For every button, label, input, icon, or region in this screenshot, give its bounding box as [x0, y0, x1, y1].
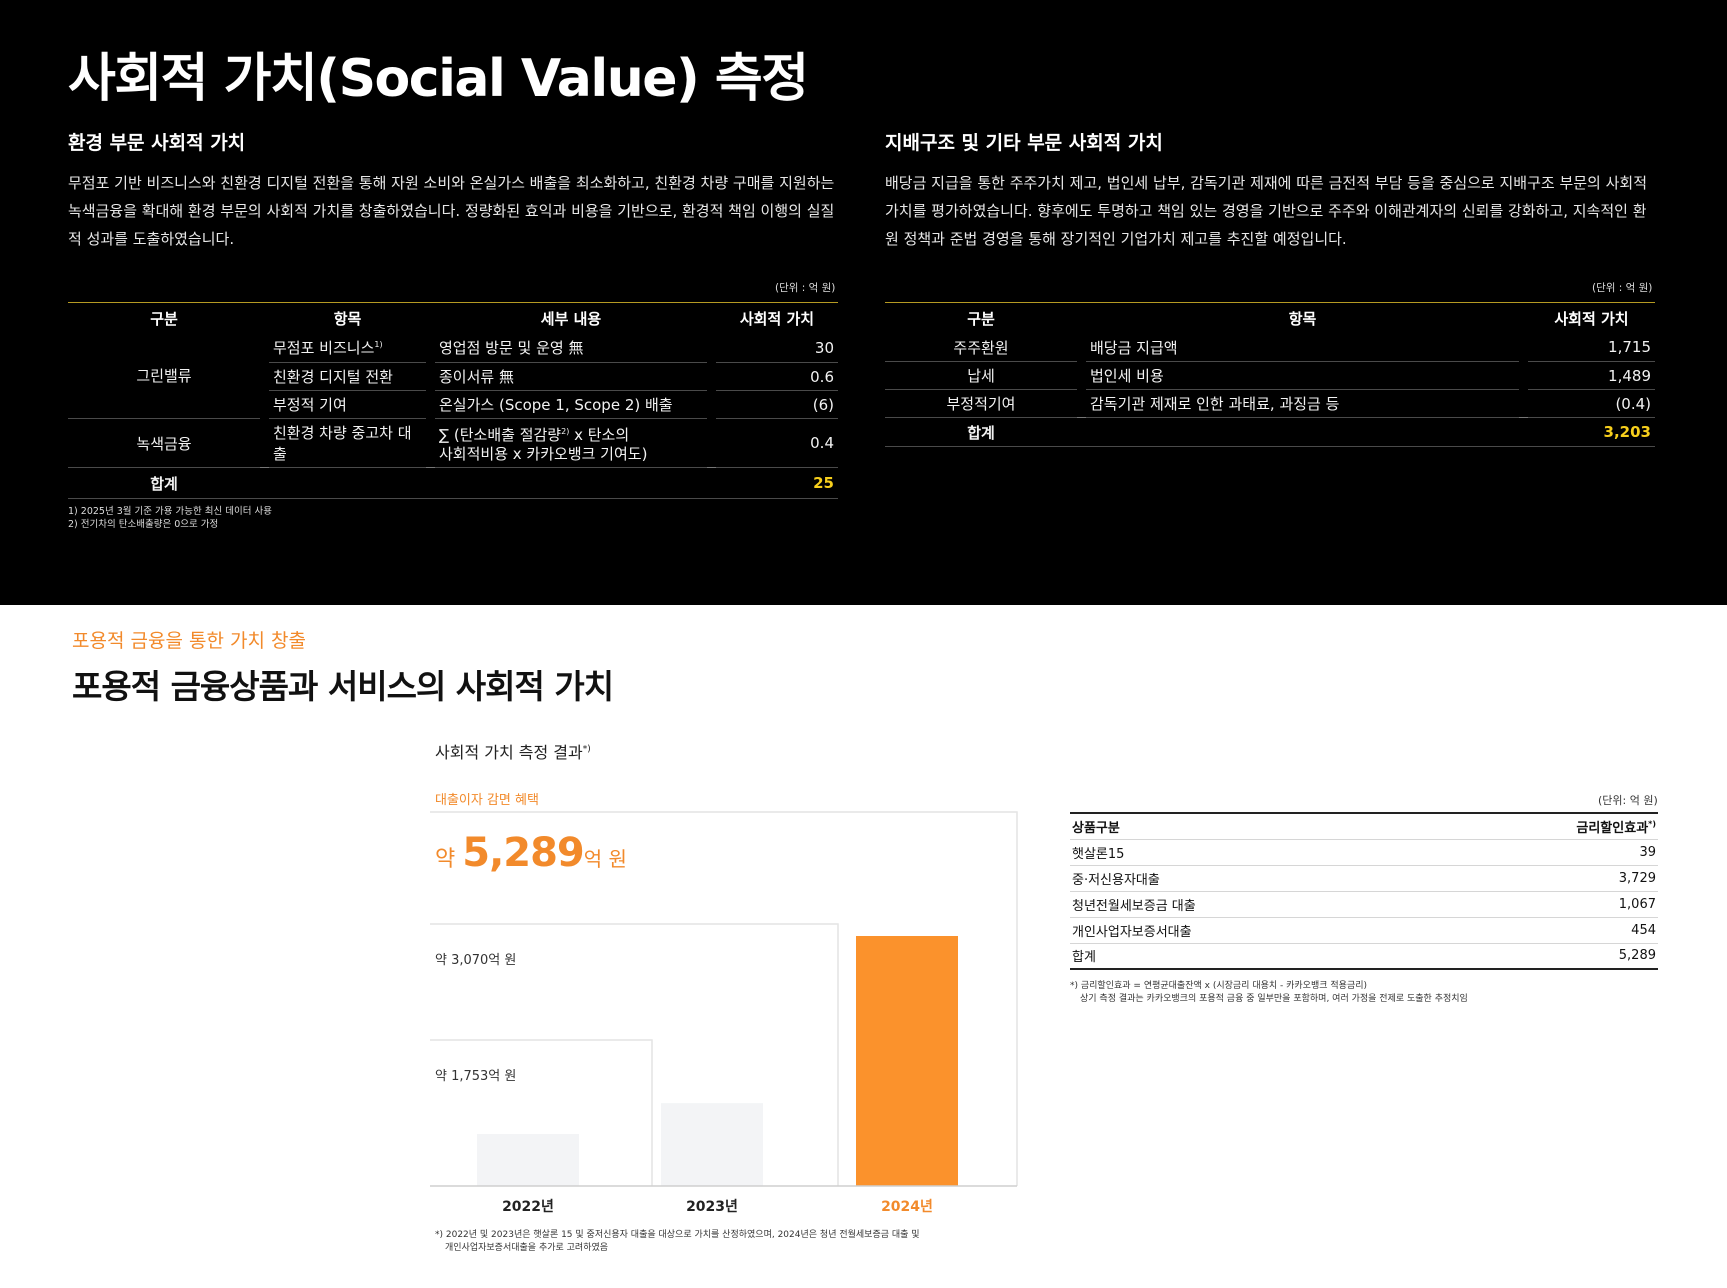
table-header-row: 상품구분 금리할인효과*): [1070, 813, 1658, 839]
header-item: 항목: [1288, 309, 1317, 328]
group-green-value: 그린밸류: [68, 333, 260, 419]
row-value: 1,715: [1528, 333, 1655, 362]
governance-unit: (단위 : 억 원): [1592, 282, 1653, 294]
section-subheading: 포용적 금융을 통한 가치 창출: [72, 630, 306, 652]
chart-footnote: *) 2022년 및 2023년은 햇살론 15 및 중저신용자 대출을 대상으…: [435, 1230, 920, 1253]
bar-2022년: [477, 1134, 579, 1186]
table-row: 주주환원 배당금 지급액 1,715: [885, 333, 1655, 362]
row-detail: 영업점 방문 및 운영 無: [435, 333, 707, 363]
header-discount: 금리할인효과*): [1576, 819, 1656, 836]
row-value: (0.4): [1528, 389, 1655, 418]
row-value: 0.6: [716, 362, 838, 391]
header-value: 사회적 가치: [1554, 309, 1629, 328]
total-value: 25: [716, 467, 838, 499]
environment-heading: 환경 부문 사회적 가치: [68, 132, 246, 154]
total-row: 합계 25: [68, 467, 838, 499]
table-row: 중·저신용자대출 3,729: [1070, 864, 1658, 891]
row-item: 배당금 지급액: [1086, 333, 1519, 362]
table-row: 합계 5,289: [1070, 942, 1658, 970]
header-detail: 세부 내용: [540, 309, 602, 328]
governance-heading: 지배구조 및 기타 부문 사회적 가치: [885, 132, 1163, 154]
environment-column: 환경 부문 사회적 가치 무점포 기반 비즈니스와 친환경 디지털 전환을 통해…: [68, 128, 838, 253]
total-label: 합계: [68, 467, 260, 499]
header-item: 항목: [333, 309, 362, 328]
governance-paragraph: 배당금 지급을 통한 주주가치 제고, 법인세 납부, 감독기관 제재에 따른 …: [885, 174, 1648, 248]
table-header-row: 구분 항목 사회적 가치: [885, 302, 1655, 334]
row-value: 1,489: [1528, 361, 1655, 390]
table-row: 개인사업자보증서대출 454: [1070, 916, 1658, 943]
bar-2024년: [856, 936, 958, 1186]
chart-title: 사회적 가치 측정 결과*): [435, 743, 591, 762]
row-item: 부정적 기여: [269, 390, 426, 419]
headline-value: 약 5,289억 원: [435, 830, 627, 876]
row-item: 무점포 비즈니스1): [269, 333, 426, 363]
row-item: 법인세 비용: [1086, 361, 1519, 390]
footnote: 1) 2025년 3월 기준 가용 가능한 최신 데이터 사용: [68, 506, 272, 517]
level-label-1753: 약 1,753억 원: [435, 1069, 516, 1084]
row-category: 부정적기여: [885, 389, 1077, 418]
table-row: 청년전월세보증금 대출 1,067: [1070, 890, 1658, 917]
table-row: 햇살론15 39: [1070, 838, 1658, 865]
discount-table: 상품구분 금리할인효과*) 햇살론15 39 중·저신용자대출 3,729 청년전월…: [1070, 812, 1658, 970]
table-footnote: *) 금리할인효과 = 연평균대출잔액 x (시장금리 대용치 - 카카오뱅크 …: [1070, 981, 1468, 1004]
total-label: 합계: [885, 417, 1077, 447]
row-category: 납세: [885, 361, 1077, 390]
footnote: 2) 전기차의 탄소배출량은 0으로 가정: [68, 519, 219, 530]
environment-footnotes: 1) 2025년 3월 기준 가용 가능한 최신 데이터 사용 2) 전기차의 …: [68, 505, 272, 531]
benefit-label: 대출이자 감면 혜택: [435, 793, 539, 808]
row-item: 친환경 디지털 전환: [269, 362, 426, 391]
table-row: 녹색금융 친환경 차량 중고차 대출 ∑ (탄소배출 절감량2) x 탄소의 사회…: [68, 418, 838, 468]
bar-2023년: [661, 1103, 763, 1186]
section-title: 포용적 금융상품과 서비스의 사회적 가치: [72, 667, 614, 706]
total-value: 3,203: [1528, 417, 1655, 447]
row-category: 주주환원: [885, 333, 1077, 362]
table-row: 부정적기여 감독기관 제재로 인한 과태료, 과징금 등 (0.4): [885, 389, 1655, 418]
group-green-finance: 녹색금융: [68, 418, 260, 468]
environment-paragraph: 무점포 기반 비즈니스와 친환경 디지털 전환을 통해 자원 소비와 온실가스 …: [68, 174, 835, 248]
governance-table: 구분 항목 사회적 가치 주주환원 배당금 지급액 1,715 납세 법인세 비…: [885, 302, 1655, 447]
total-row: 합계 3,203: [885, 417, 1655, 447]
table-unit: (단위: 억 원): [1598, 794, 1658, 807]
table-header-row: 구분 항목 세부 내용 사회적 가치: [68, 302, 838, 334]
dark-section: 사회적 가치(Social Value) 측정 환경 부문 사회적 가치 무점포…: [0, 0, 1727, 605]
row-detail: 온실가스 (Scope 1, Scope 2) 배출: [435, 390, 707, 419]
header-category: 구분: [150, 309, 178, 328]
row-detail: ∑ (탄소배출 절감량2) x 탄소의 사회적비용 x 카카오뱅크 기여도): [435, 418, 707, 468]
x-tick-label: 2022년: [502, 1199, 554, 1215]
header-product: 상품구분: [1072, 820, 1120, 836]
x-tick-label: 2023년: [686, 1199, 738, 1215]
row-value: 30: [716, 333, 838, 363]
level-label-3070: 약 3,070억 원: [435, 953, 516, 968]
x-tick-label: 2024년: [881, 1199, 933, 1215]
environment-table: 구분 항목 세부 내용 사회적 가치 그린밸류 무점포 비즈니스1) 영업점 방…: [68, 302, 838, 499]
page-title: 사회적 가치(Social Value) 측정: [68, 49, 809, 109]
row-item: 감독기관 제재로 인한 과태료, 과징금 등: [1086, 389, 1519, 418]
row-value: 0.4: [716, 418, 838, 468]
row-detail: 종이서류 無: [435, 362, 707, 391]
table-row: 그린밸류 무점포 비즈니스1) 영업점 방문 및 운영 無 30: [68, 333, 838, 419]
header-value: 사회적 가치: [739, 309, 815, 328]
row-value: (6): [716, 390, 838, 419]
row-item: 친환경 차량 중고차 대출: [269, 418, 426, 468]
table-row: 납세 법인세 비용 1,489: [885, 361, 1655, 390]
header-category: 구분: [967, 309, 995, 328]
governance-column: 지배구조 및 기타 부문 사회적 가치 배당금 지급을 통한 주주가치 제고, …: [885, 128, 1655, 253]
environment-unit: (단위 : 억 원): [775, 282, 836, 294]
